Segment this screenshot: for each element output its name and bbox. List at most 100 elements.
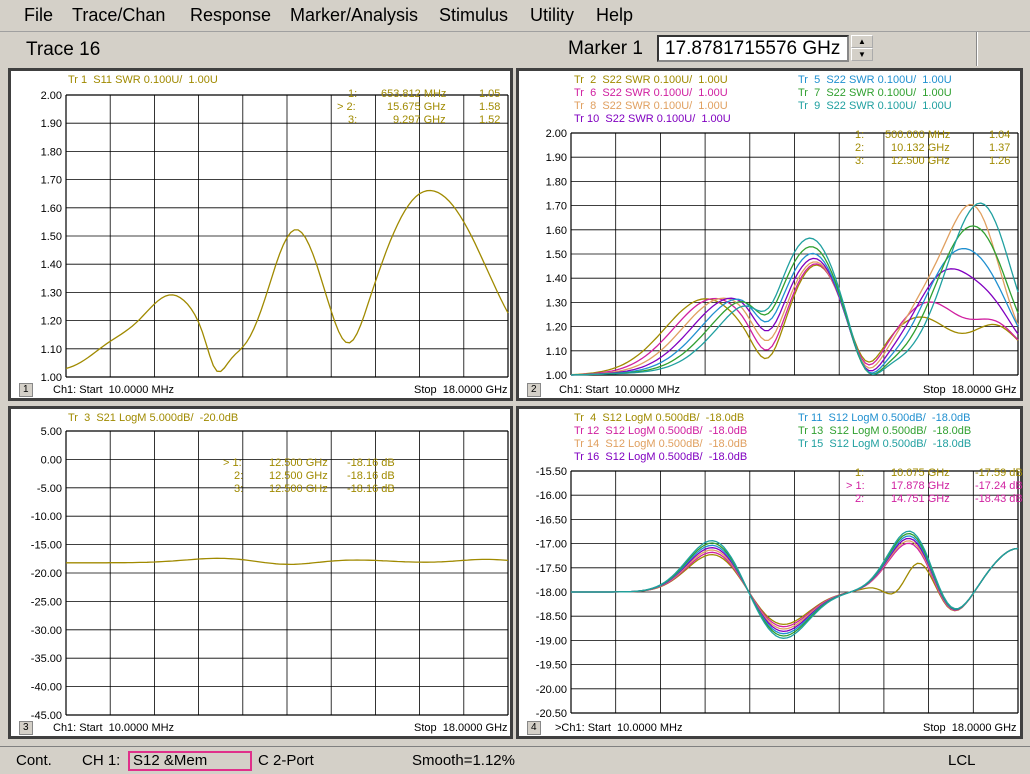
menu-response[interactable]: Response <box>190 5 271 26</box>
legend-tr16-active[interactable]: Tr 16 S12 LogM 0.500dB/ -18.0dB <box>574 451 747 464</box>
marker-label: Marker 1 <box>568 38 643 59</box>
marker-freq: 12.500 GHz <box>269 457 328 469</box>
y-tick-label: -45.00 <box>31 710 62 722</box>
legend-tr11: Tr 11 S12 LogM 0.500dB/ -18.0dB <box>798 412 971 424</box>
y-tick-label: 1.90 <box>546 152 567 164</box>
marker-idx: 3: <box>234 483 244 495</box>
y-tick-label: -15.50 <box>536 466 567 478</box>
legend-tr14: Tr 14 S12 LogM 0.500dB/ -18.0dB <box>574 438 748 450</box>
marker-val: -18.43 dB <box>975 493 1023 505</box>
y-tick-label: -17.00 <box>536 539 567 551</box>
legend-tr2: Tr 2 S22 SWR 0.100U/ 1.00U <box>574 74 728 86</box>
stop-freq: Stop 18.0000 GHz <box>414 384 508 396</box>
marker-freq: 10.132 GHz <box>891 142 950 154</box>
marker-freq: 14.751 GHz <box>891 493 950 505</box>
start-freq: Ch1: Start 10.0000 MHz <box>53 722 175 734</box>
marker-val: -18.16 dB <box>347 483 395 495</box>
trace-window-1[interactable]: 2.00 1.90 1.80 1.70 1.60 1.50 1.40 1.30 1.20 1.10… <box>8 68 513 401</box>
start-freq: Ch1: Start 10.0000 MHz <box>559 384 681 396</box>
active-parameter[interactable]: S12 &Mem <box>128 751 252 771</box>
y-tick-label: 1.00 <box>41 372 62 384</box>
menu-file[interactable]: File <box>24 5 53 26</box>
marker-val: 1.26 <box>989 155 1011 167</box>
y-tick-label: 1.50 <box>41 231 62 243</box>
y-tick-label: 1.10 <box>41 344 62 356</box>
y-tick-label: 1.30 <box>546 297 567 309</box>
legend-tr8: Tr 8 S22 SWR 0.100U/ 1.00U <box>574 100 728 112</box>
legend-tr5: Tr 5 S22 SWR 0.100U/ 1.00U <box>798 74 952 86</box>
status-bar: Cont. CH 1: S12 &Mem C 2-Port Smooth=1.1… <box>0 746 1030 774</box>
legend-tr13: Tr 13 S12 LogM 0.500dB/ -18.0dB <box>798 425 972 437</box>
y-tick-label: -15.00 <box>31 540 62 552</box>
lcl-status: LCL <box>948 752 976 769</box>
marker-frequency-input[interactable]: 17.8781715576 GHz <box>657 35 849 62</box>
trace-plot-3: 5.00 0.00 -5.00 -10.00 -15.00 -20.00 -25.00 -30… <box>31 426 509 722</box>
y-tick-label: 1.40 <box>546 273 567 285</box>
y-tick-label: 1.60 <box>41 203 62 215</box>
menu-stimulus[interactable]: Stimulus <box>439 5 508 26</box>
spin-down-icon[interactable]: ▼ <box>851 48 873 61</box>
menu-help[interactable]: Help <box>596 5 633 26</box>
y-tick-label: 1.90 <box>41 118 62 130</box>
y-tick-label: -20.00 <box>31 568 62 580</box>
y-tick-label: -10.00 <box>31 511 62 523</box>
menu-marker-analysis[interactable]: Marker/Analysis <box>290 5 418 26</box>
trace-window-4[interactable]: -15.50 -16.00 -16.50 -17.00 -17.50 -18.00 -18.… <box>516 406 1023 739</box>
menu-trace-chan[interactable]: Trace/Chan <box>72 5 165 26</box>
y-tick-label: -16.50 <box>536 514 567 526</box>
stop-freq: Stop 18.0000 GHz <box>923 722 1017 734</box>
marker-freq: 653.812 MHz <box>381 88 447 100</box>
trace-window-3[interactable]: 5.00 0.00 -5.00 -10.00 -15.00 -20.00 -25.00 -30… <box>8 406 513 739</box>
divider <box>976 32 978 66</box>
marker-freq: 15.675 GHz <box>387 101 446 113</box>
legend-tr1: Tr 1 S11 SWR 0.100U/ 1.00U <box>68 74 218 86</box>
y-tick-label: -40.00 <box>31 682 62 694</box>
marker-val: -17.24 dB <box>975 480 1023 492</box>
y-tick-label: 1.40 <box>41 259 62 271</box>
y-tick-label: 2.00 <box>41 90 62 102</box>
marker-val: -17.59 dB <box>975 467 1023 479</box>
marker-freq: 500.000 MHz <box>885 129 951 141</box>
legend-tr10: Tr 10 S22 SWR 0.100U/ 1.00U <box>574 113 731 125</box>
marker-freq: 10.075 GHz <box>891 467 950 479</box>
smoothing-status[interactable]: Smooth=1.12% <box>412 752 515 769</box>
port-config[interactable]: C 2-Port <box>258 752 314 769</box>
y-tick-label: -18.50 <box>536 611 567 623</box>
y-tick-label: -18.00 <box>536 587 567 599</box>
y-tick-label: 1.30 <box>41 287 62 299</box>
marker-freq: 17.878 GHz <box>891 480 950 492</box>
y-tick-label: -5.00 <box>37 483 62 495</box>
grid <box>570 470 1019 714</box>
y-tick-label: -35.00 <box>31 653 62 665</box>
marker-idx: 1: <box>855 467 865 479</box>
marker-idx: > 1: <box>846 480 865 492</box>
y-tick-label: -16.00 <box>536 490 567 502</box>
y-tick-label: -20.50 <box>536 708 567 720</box>
y-tick-label: 1.60 <box>546 225 567 237</box>
legend-tr7: Tr 7 S22 SWR 0.100U/ 1.00U <box>798 87 952 99</box>
y-tick-label: 0.00 <box>41 454 62 466</box>
trace-window-2[interactable]: 2.00 1.90 1.80 1.70 1.60 1.50 1.40 1.30 1.20 1.10… <box>516 68 1023 401</box>
y-tick-label: 1.80 <box>41 146 62 158</box>
legend-tr6: Tr 6 S22 SWR 0.100U/ 1.00U <box>574 87 728 99</box>
spin-up-icon[interactable]: ▲ <box>851 35 873 48</box>
marker-idx: 2: <box>855 142 865 154</box>
legend-tr12: Tr 12 S12 LogM 0.500dB/ -18.0dB <box>574 425 748 437</box>
menu-utility[interactable]: Utility <box>530 5 574 26</box>
marker-freq: 12.500 GHz <box>269 483 328 495</box>
marker-val: 1.05 <box>479 88 501 100</box>
y-tick-label: -30.00 <box>31 625 62 637</box>
marker-idx: 1: <box>348 88 358 100</box>
stop-freq: Stop 18.0000 GHz <box>923 384 1017 396</box>
y-tick-label: 1.80 <box>546 176 567 188</box>
sweep-mode[interactable]: Cont. <box>16 752 52 769</box>
marker-spinner[interactable]: ▲ ▼ <box>851 35 873 62</box>
y-tick-label: 1.20 <box>41 316 62 328</box>
marker-val: -18.16 dB <box>347 457 395 469</box>
y-tick-label: 1.10 <box>546 346 567 358</box>
y-tick-label: -17.50 <box>536 563 567 575</box>
window-number: 1 <box>19 383 33 397</box>
marker-idx: > 1: <box>223 457 242 469</box>
window-number: 2 <box>527 383 541 397</box>
y-tick-label: 1.20 <box>546 322 567 334</box>
